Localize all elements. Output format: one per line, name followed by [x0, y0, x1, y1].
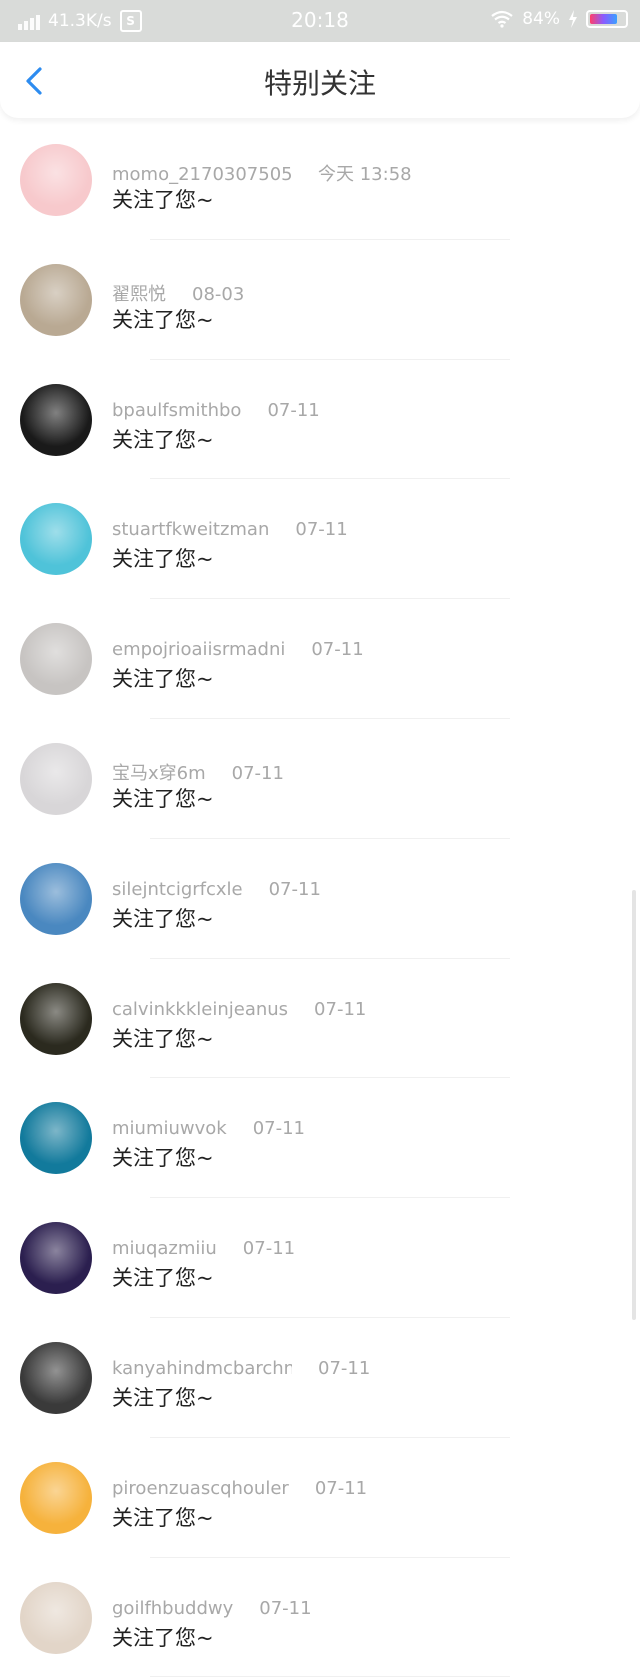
list-item[interactable]: 翟熙悦 08-03 关注了您~ — [0, 240, 640, 360]
page-title: 特别关注 — [263, 67, 376, 100]
scrollbar[interactable] — [632, 890, 636, 1320]
timestamp: 07-11 — [268, 878, 321, 900]
message-text: 关注了您~ — [112, 1266, 214, 1291]
user-name[interactable]: 翟熙悦 — [112, 280, 166, 306]
avatar[interactable] — [20, 982, 92, 1055]
message-text: 关注了您~ — [112, 1146, 214, 1171]
battery-percent: 84% — [522, 9, 560, 29]
list-item[interactable]: momo_21703075054··· 今天 13:58 关注了您~ — [0, 120, 640, 240]
avatar[interactable] — [20, 862, 92, 935]
avatar[interactable] — [20, 503, 92, 576]
user-name[interactable]: miumiuwvok — [112, 1118, 227, 1139]
user-name[interactable]: piroenzuascqhouler — [112, 1478, 289, 1499]
message-text: 关注了您~ — [112, 667, 214, 692]
timestamp: 08-03 — [192, 283, 245, 305]
avatar[interactable] — [20, 1461, 92, 1534]
list-item[interactable]: piroenzuascqhouler 07-11 关注了您~ — [0, 1438, 640, 1558]
list-item[interactable]: miuqazmiiu 07-11 关注了您~ — [0, 1198, 640, 1318]
user-name[interactable]: stuartfkweitzman — [112, 519, 269, 540]
list-item[interactable]: stuartfkweitzman 07-11 关注了您~ — [0, 479, 640, 600]
message-text: 关注了您~ — [112, 1505, 214, 1530]
user-name[interactable]: miuqazmiiu — [112, 1238, 217, 1259]
avatar[interactable] — [20, 1222, 92, 1295]
avatar[interactable] — [20, 1102, 92, 1175]
follow-notification-list: momo_21703075054···今天 13:58关注了您~翟熙悦08-03… — [0, 120, 640, 1677]
avatar[interactable] — [20, 1581, 92, 1654]
message-text: 关注了您~ — [112, 1625, 214, 1650]
user-name[interactable]: momo_21703075054··· — [112, 164, 292, 185]
name-line: miumiuwvok 07-11 — [112, 1118, 305, 1139]
list-item[interactable]: calvinkkkleinjeanus 07-11 关注了您~ — [0, 959, 640, 1079]
name-line: goilfhbuddwy 07-11 — [112, 1598, 312, 1619]
name-line: kanyahindmcbarchn 07-11 — [112, 1358, 370, 1379]
list-item[interactable]: empojrioaiisrmadni 07-11 关注了您~ — [0, 599, 640, 719]
timestamp: 07-11 — [314, 998, 367, 1020]
timestamp: 07-11 — [259, 1597, 312, 1619]
timestamp: 今天 13:58 — [318, 164, 412, 185]
header: 特别关注 — [0, 42, 640, 118]
avatar[interactable] — [20, 623, 92, 696]
message-text: 关注了您~ — [112, 1385, 214, 1410]
user-name[interactable]: 宝马x穿6m — [112, 759, 206, 785]
name-line: calvinkkkleinjeanus 07-11 — [112, 999, 366, 1020]
timestamp: 07-11 — [318, 1357, 371, 1379]
wifi-icon — [491, 10, 513, 28]
name-line: stuartfkweitzman 07-11 — [112, 519, 348, 540]
message-text: 关注了您~ — [112, 786, 214, 811]
timestamp: 07-11 — [295, 519, 348, 541]
timestamp: 07-11 — [252, 1118, 306, 1140]
timestamp: 07-11 — [267, 399, 320, 421]
user-name[interactable]: goilfhbuddwy — [112, 1598, 233, 1619]
list-item[interactable]: miumiuwvok 07-11 关注了您~ — [0, 1078, 640, 1199]
name-line: bpaulfsmithbo 07-11 — [112, 400, 320, 421]
name-line: silejntcigrfcxle 07-11 — [112, 879, 321, 900]
timestamp: 07-11 — [311, 639, 364, 661]
status-bar: 41.3K/s S 20:18 84% — [0, 0, 640, 42]
avatar[interactable] — [20, 263, 92, 336]
avatar[interactable] — [20, 1341, 92, 1414]
message-text: 关注了您~ — [112, 906, 214, 931]
user-name[interactable]: calvinkkkleinjeanus — [112, 999, 288, 1020]
name-line: 宝马x穿6m 07-11 — [112, 759, 284, 785]
message-text: 关注了您~ — [112, 307, 214, 332]
message-text: 关注了您~ — [112, 427, 214, 452]
timestamp: 07-11 — [314, 1477, 368, 1499]
name-line: empojrioaiisrmadni 07-11 — [112, 639, 364, 660]
avatar[interactable] — [20, 742, 92, 815]
message-text: 关注了您~ — [112, 1026, 214, 1051]
status-right: 84% — [490, 9, 628, 29]
list-item[interactable]: kanyahindmcbarchn 07-11 关注了您~ — [0, 1318, 640, 1438]
name-line: miuqazmiiu 07-11 — [112, 1238, 295, 1259]
message-text: 关注了您~ — [112, 188, 214, 212]
user-name[interactable]: silejntcigrfcxle — [112, 879, 243, 900]
timestamp: 07-11 — [242, 1238, 296, 1260]
list-item[interactable]: goilfhbuddwy 07-11 关注了您~ — [0, 1558, 640, 1677]
user-name[interactable]: bpaulfsmithbo — [112, 400, 241, 421]
avatar[interactable] — [20, 383, 92, 456]
name-line: piroenzuascqhouler 07-11 — [112, 1478, 367, 1499]
charging-icon — [569, 10, 577, 28]
list-item[interactable]: 宝马x穿6m 07-11 关注了您~ — [0, 719, 640, 839]
user-name[interactable]: kanyahindmcbarchn — [112, 1358, 292, 1379]
user-name[interactable]: empojrioaiisrmadni — [112, 639, 285, 660]
avatar[interactable] — [20, 144, 92, 216]
list-item[interactable]: bpaulfsmithbo 07-11 关注了您~ — [0, 360, 640, 480]
list-item[interactable]: silejntcigrfcxle 07-11 关注了您~ — [0, 839, 640, 959]
message-text: 关注了您~ — [112, 547, 214, 572]
battery-icon — [586, 10, 628, 28]
timestamp: 07-11 — [231, 762, 284, 784]
name-line: 翟熙悦 08-03 — [112, 280, 244, 306]
name-line: momo_21703075054··· 今天 13:58 — [112, 160, 412, 186]
